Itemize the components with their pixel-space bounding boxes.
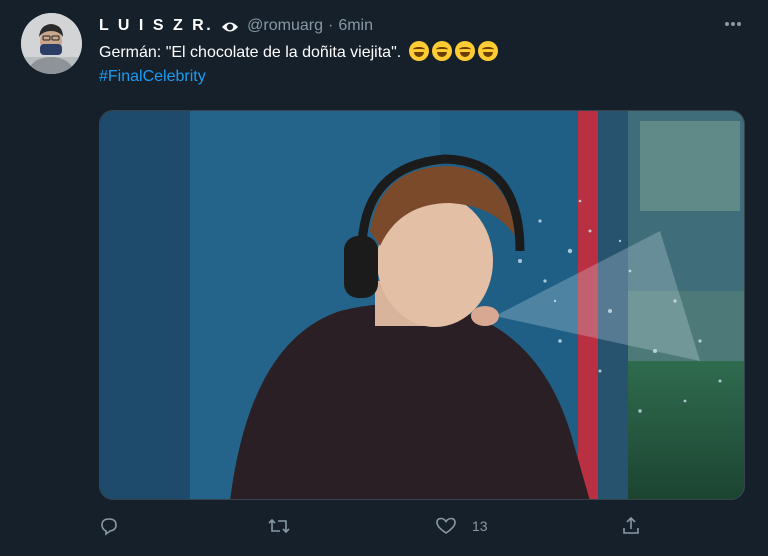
like-count: 13: [472, 518, 488, 534]
tweet-actions: 13: [99, 516, 745, 546]
reply-button[interactable]: [99, 516, 119, 536]
media-photo: [100, 111, 744, 499]
joy-emoji-icon: [431, 41, 452, 61]
avatar[interactable]: [21, 13, 82, 74]
tweet-body: L U I S Z R. @romuarg · 6min Germán: "El…: [99, 12, 750, 89]
hashtag-link[interactable]: #FinalCelebrity: [99, 65, 750, 89]
reply-icon: [99, 516, 119, 536]
author-handle[interactable]: @romuarg: [247, 17, 323, 35]
eye-icon: [221, 20, 239, 32]
more-horizontal-icon[interactable]: [722, 16, 744, 32]
tweet[interactable]: L U I S Z R. @romuarg · 6min Germán: "El…: [0, 0, 768, 556]
tweet-header: L U I S Z R. @romuarg · 6min: [99, 12, 750, 40]
avatar-image: [21, 13, 82, 74]
share-icon: [621, 516, 641, 536]
tweet-media[interactable]: [99, 110, 745, 500]
joy-emoji-icon: [408, 41, 429, 61]
heart-icon: [435, 516, 457, 536]
separator: ·: [327, 17, 334, 34]
tweet-text: Germán: "El chocolate de la doñita vieji…: [99, 44, 402, 61]
joy-emoji-icon: [454, 41, 475, 61]
like-button[interactable]: 13: [435, 516, 488, 536]
tweet-time[interactable]: 6min: [338, 17, 373, 35]
tweet-text-line: Germán: "El chocolate de la doñita vieji…: [99, 41, 750, 65]
retweet-icon: [267, 516, 291, 536]
rofl-emoji-icon: [477, 41, 498, 61]
author-name[interactable]: L U I S Z R.: [99, 17, 213, 35]
share-button[interactable]: [621, 516, 641, 536]
retweet-button[interactable]: [267, 516, 291, 536]
